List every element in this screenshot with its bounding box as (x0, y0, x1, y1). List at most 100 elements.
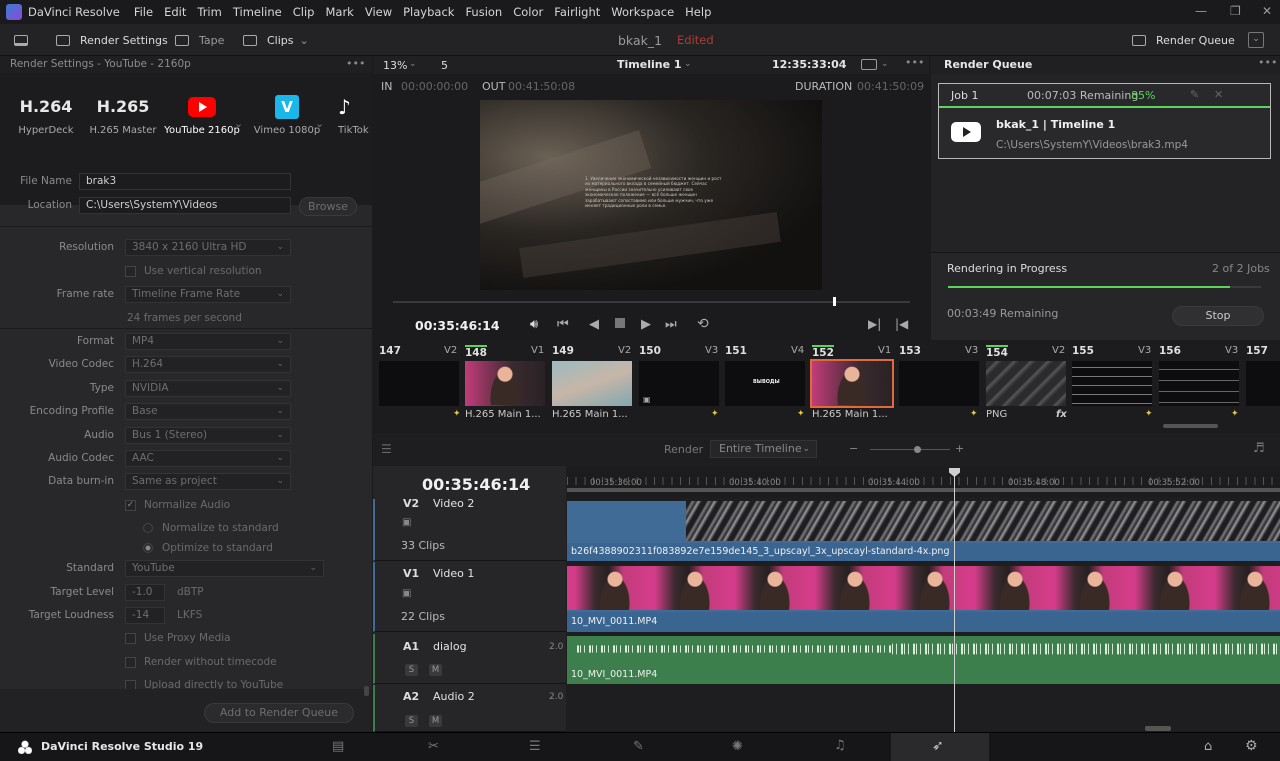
next-edit-icon[interactable]: ▶| (868, 317, 881, 331)
monitor-icon[interactable] (14, 24, 38, 56)
clip-v1[interactable]: 10_MVI_0011.MP4 (567, 566, 1280, 632)
render-range-select[interactable]: Entire Timeline ⌄ (710, 440, 817, 458)
audio-meter-icon[interactable]: ♬ (1253, 441, 1265, 456)
queue-options-icon[interactable]: ••• (1258, 56, 1277, 69)
zoom-in-icon[interactable]: + (955, 442, 964, 455)
normalize-audio-checkbox[interactable]: ✓ (125, 500, 136, 511)
encoding-profile-select[interactable]: Base ⌄ (125, 403, 291, 420)
menu-fusion[interactable]: Fusion (465, 5, 502, 19)
solo-button-a2[interactable]: S (405, 715, 418, 727)
collapse-button[interactable]: ⌄ (1248, 24, 1264, 56)
preset-youtube-2160p[interactable]: YouTube 2160p (162, 93, 242, 136)
proxy-checkbox[interactable] (125, 633, 136, 644)
panel-scrollbar[interactable] (364, 686, 369, 696)
clip-thumb-147[interactable] (379, 361, 459, 406)
track-header-a1[interactable]: A1 dialog 2.0 S M (373, 634, 566, 684)
stop-button[interactable]: Stop (1172, 306, 1264, 326)
zoom-slider[interactable] (870, 449, 950, 450)
fairlight-page-icon[interactable]: ♫ (834, 738, 846, 753)
loop-icon[interactable]: ⟲ (697, 316, 709, 332)
timeline-options-icon[interactable]: ☰ (381, 442, 392, 456)
mute-button-a1[interactable]: M (429, 664, 442, 676)
data-burnin-select[interactable]: Same as project ⌄ (125, 473, 291, 490)
clip-thumb-157[interactable] (1246, 361, 1280, 406)
zoom-out-icon[interactable]: − (849, 442, 858, 455)
menu-clip[interactable]: Clip (293, 5, 315, 19)
chevron-down-icon[interactable]: ⌄ (838, 59, 846, 69)
media-page-icon[interactable]: ▤ (332, 739, 344, 754)
clip-thumb-154[interactable] (986, 361, 1066, 406)
type-select[interactable]: NVIDIA ⌄ (125, 380, 291, 397)
frame-rate-select[interactable]: Timeline Frame Rate ⌄ (125, 286, 291, 303)
chevron-down-icon[interactable]: ⌄ (881, 59, 889, 69)
fusion-page-icon[interactable]: ✎ (633, 739, 644, 754)
clip-thumb-155[interactable] (1072, 361, 1152, 406)
clips-toggle[interactable]: Clips ⌄ (243, 24, 309, 56)
skip-back-icon[interactable]: ⏮︎ (557, 317, 569, 332)
audio-codec-select[interactable]: AAC ⌄ (125, 450, 291, 467)
maximize-icon[interactable]: ❐ (1230, 4, 1241, 18)
resolution-select[interactable]: 3840 x 2160 Ultra HD ⌄ (125, 239, 291, 256)
preset-h265-master[interactable]: H.265 H.265 Master (83, 93, 163, 136)
optimize-standard-radio[interactable] (143, 543, 153, 553)
panel-options-icon[interactable]: ••• (346, 57, 365, 70)
chevron-down-icon[interactable]: ⌄ (234, 117, 243, 130)
menu-playback[interactable]: Playback (403, 5, 454, 19)
target-loudness-input[interactable]: -14 (125, 607, 165, 624)
timeline-ruler[interactable]: 00:35:36:00 00:35:40:00 00:35:44:00 00:3… (567, 466, 1280, 498)
normalize-standard-radio[interactable] (143, 523, 153, 533)
cut-page-icon[interactable]: ✂ (428, 739, 439, 754)
add-to-render-queue-button[interactable]: Add to Render Queue (204, 703, 354, 723)
track-header-v1[interactable]: V1 Video 1 ▣ 22 Clips (373, 562, 566, 632)
menu-trim[interactable]: Trim (197, 5, 221, 19)
menu-help[interactable]: Help (685, 5, 711, 19)
video-codec-select[interactable]: H.264 ⌄ (125, 356, 291, 373)
home-icon[interactable]: ⌂ (1204, 739, 1212, 754)
file-name-input[interactable]: brak3 (79, 173, 291, 190)
clip-thumb-151[interactable]: ВЫВОДЫ (725, 361, 805, 406)
track-header-v2[interactable]: V2 Video 2 ▣ 33 Clips (373, 497, 566, 561)
clip-thumb-153[interactable] (899, 361, 979, 406)
chevron-down-icon[interactable]: ⌄ (684, 59, 692, 69)
menu-mark[interactable]: Mark (325, 5, 353, 19)
clip-thumb-149[interactable] (552, 361, 632, 406)
solo-button-a1[interactable]: S (405, 664, 418, 676)
gear-icon[interactable]: ⚙ (1245, 738, 1258, 754)
volume-icon[interactable]: 🔊︎ (530, 317, 538, 332)
menu-file[interactable]: File (134, 5, 153, 19)
upload-youtube-checkbox[interactable] (125, 680, 136, 689)
tape-toggle[interactable]: Tape (175, 24, 224, 56)
scrubber-playhead[interactable] (833, 297, 836, 306)
menu-color[interactable]: Color (513, 5, 543, 19)
film-icon[interactable]: ▣ (402, 517, 411, 528)
timeline-playhead[interactable] (954, 469, 955, 732)
zoom-level[interactable]: 13% (383, 59, 407, 72)
preset-tiktok[interactable]: ♪ TikTok 1 (322, 93, 372, 136)
stop-icon[interactable] (615, 318, 625, 328)
clip-thumb-150[interactable]: ▣ (639, 361, 719, 406)
browse-button[interactable]: Browse (299, 197, 357, 216)
prev-edit-icon[interactable]: |◀ (895, 317, 908, 331)
location-input[interactable]: C:\Users\SystemY\Videos (79, 197, 291, 214)
render-queue-toggle[interactable]: Render Queue (1132, 24, 1235, 56)
menu-view[interactable]: View (365, 5, 392, 19)
play-icon[interactable]: ▶ (641, 317, 651, 332)
timeline-scrollbar[interactable] (1145, 726, 1171, 731)
zoom-slider-handle[interactable] (914, 446, 921, 453)
standard-select[interactable]: YouTube ⌄ (125, 560, 324, 577)
deliver-page-tab[interactable]: ➶ (891, 733, 989, 761)
menu-edit[interactable]: Edit (164, 5, 186, 19)
track-header-a2[interactable]: A2 Audio 2 2.0 S M (373, 685, 566, 732)
menu-workspace[interactable]: Workspace (611, 5, 674, 19)
no-timecode-checkbox[interactable] (125, 657, 136, 668)
viewer-more-icon[interactable]: ••• (905, 56, 924, 69)
skip-forward-icon[interactable]: ⏭︎ (665, 317, 677, 332)
mute-button-a2[interactable]: M (429, 715, 442, 727)
clip-thumb-156[interactable] (1159, 361, 1239, 406)
chevron-down-icon[interactable]: ⌄ (409, 59, 417, 69)
close-icon[interactable]: ✕ (1262, 4, 1272, 18)
clip-a1[interactable]: 10_MVI_0011.MP4 (567, 636, 1280, 684)
reverse-play-icon[interactable]: ◀ (589, 317, 599, 332)
menu-timeline[interactable]: Timeline (233, 5, 282, 19)
format-select[interactable]: MP4 ⌄ (125, 333, 291, 350)
